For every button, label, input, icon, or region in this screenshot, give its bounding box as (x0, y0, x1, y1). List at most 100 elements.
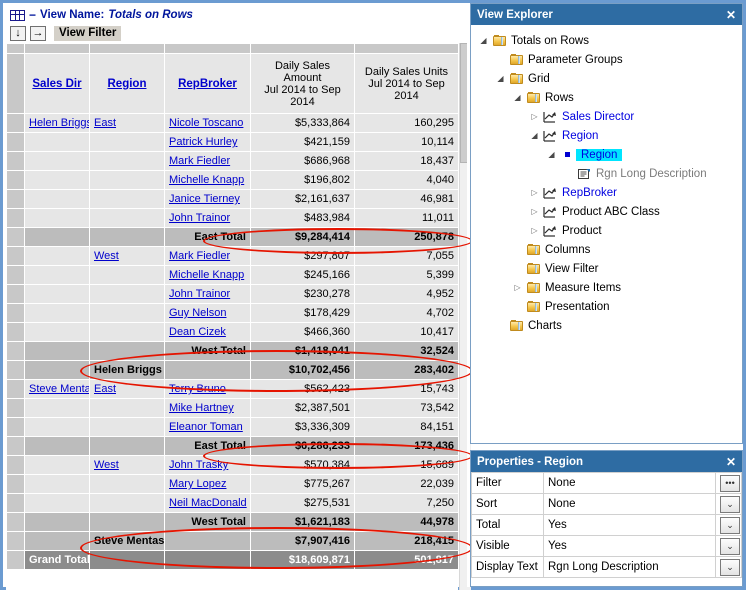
row-selector-cell[interactable] (6, 436, 25, 456)
region-link[interactable]: East (94, 383, 116, 395)
row-selector-cell[interactable] (6, 417, 25, 437)
row-selector-cell[interactable] (6, 379, 25, 399)
row-selector-cell[interactable] (6, 284, 25, 304)
row-selector-cell[interactable] (6, 493, 25, 513)
repbroker-link[interactable]: Terry Bruno (169, 383, 226, 395)
repbroker-link[interactable]: Eleanor Toman (169, 421, 243, 433)
tree-item-columns[interactable]: Columns (471, 240, 742, 259)
row-selector-cell[interactable] (6, 189, 25, 209)
row-selector-cell[interactable] (6, 227, 25, 247)
arrow-right-icon[interactable]: → (30, 25, 46, 41)
column-header-label[interactable]: Sales Dir (32, 78, 81, 90)
chevron-down-icon[interactable]: ⌄ (720, 495, 740, 513)
row-selector-cell[interactable] (6, 341, 25, 361)
sales-dir-link[interactable]: Steve Mentas (29, 383, 89, 395)
expander-closed-icon[interactable]: ▷ (528, 226, 541, 235)
repbroker-link[interactable]: John Trainor (169, 212, 230, 224)
tree-item-totals-on-rows[interactable]: ◢ Totals on Rows (471, 31, 742, 50)
property-value[interactable]: Yes (543, 514, 716, 536)
view-name-value[interactable]: Totals on Rows (108, 9, 193, 21)
repbroker-link[interactable]: Dean Cizek (169, 326, 226, 338)
grid-icon[interactable] (10, 9, 25, 21)
expander-open-icon[interactable]: ◢ (494, 74, 507, 83)
repbroker-link[interactable]: John Trainor (169, 288, 230, 300)
expander-open-icon[interactable]: ◢ (528, 131, 541, 140)
ellipsis-button[interactable]: ••• (720, 474, 740, 492)
chevron-down-icon[interactable]: ⌄ (720, 516, 740, 534)
repbroker-link[interactable]: Janice Tierney (169, 193, 240, 205)
close-icon[interactable]: ✕ (726, 455, 736, 469)
repbroker-link[interactable]: Mike Hartney (169, 402, 234, 414)
row-selector-cell[interactable] (6, 360, 25, 380)
row-selector-cell[interactable] (6, 531, 25, 551)
chevron-down-icon[interactable]: ⌄ (720, 558, 740, 576)
row-selector-cell[interactable] (6, 474, 25, 494)
tree-item-product[interactable]: ▷ Product (471, 221, 742, 240)
tree-item-region[interactable]: ◢ Region (471, 126, 742, 145)
tree-item-grid[interactable]: ◢ Grid (471, 69, 742, 88)
tree-item-product-abc-class[interactable]: ▷ Product ABC Class (471, 202, 742, 221)
row-selector-cell[interactable] (6, 208, 25, 228)
repbroker-link[interactable]: Michelle Knapp (169, 269, 244, 281)
repbroker-link[interactable]: Nicole Toscano (169, 117, 243, 129)
row-selector-cell[interactable] (6, 170, 25, 190)
column-header-repbroker[interactable]: RepBroker (164, 53, 251, 114)
column-header-units[interactable]: Daily Sales Units Jul 2014 to Sep 2014 (354, 53, 458, 114)
tree-item-view-filter[interactable]: View Filter (471, 259, 742, 278)
row-selector-cell[interactable] (6, 512, 25, 532)
repbroker-link[interactable]: Guy Nelson (169, 307, 226, 319)
row-selector-cell[interactable] (6, 151, 25, 171)
row-selector-cell[interactable] (6, 455, 25, 475)
expander-closed-icon[interactable]: ▷ (528, 207, 541, 216)
row-selector-cell[interactable] (6, 113, 25, 133)
repbroker-link[interactable]: Mark Fiedler (169, 250, 230, 262)
repbroker-link[interactable]: Michelle Knapp (169, 174, 244, 186)
tree-item-icon (541, 130, 559, 142)
minus-icon[interactable]: − (29, 9, 36, 21)
tree-item-presentation[interactable]: Presentation (471, 297, 742, 316)
column-header-label[interactable]: Region (108, 78, 147, 90)
repbroker-link[interactable]: Patrick Hurley (169, 136, 237, 148)
close-icon[interactable]: ✕ (726, 8, 736, 22)
region-link[interactable]: East (94, 117, 116, 129)
expander-closed-icon[interactable]: ▷ (511, 283, 524, 292)
view-filter-label[interactable]: View Filter (54, 25, 122, 41)
expander-closed-icon[interactable]: ▷ (528, 112, 541, 121)
property-value[interactable]: Rgn Long Description (543, 556, 716, 578)
tree-item-repbroker[interactable]: ▷ RepBroker (471, 183, 742, 202)
column-header-sales-dir[interactable]: Sales Dir (24, 53, 90, 114)
repbroker-link[interactable]: Mark Fiedler (169, 155, 230, 167)
row-selector-cell[interactable] (6, 132, 25, 152)
region-link[interactable]: West (94, 459, 119, 471)
tree-item-charts[interactable]: Charts (471, 316, 742, 335)
expander-open-icon[interactable]: ◢ (511, 93, 524, 102)
tree-item-rows[interactable]: ◢ Rows (471, 88, 742, 107)
region-link[interactable]: West (94, 250, 119, 262)
arrow-down-icon[interactable]: ↓ (10, 25, 26, 41)
column-header-amount[interactable]: Daily Sales Amount Jul 2014 to Sep 2014 (250, 53, 355, 114)
property-value[interactable]: Yes (543, 535, 716, 557)
row-selector-cell[interactable] (6, 303, 25, 323)
tree-item-rgn-long-description[interactable]: Rgn Long Description (471, 164, 742, 183)
tree-item-measure-items[interactable]: ▷ Measure Items (471, 278, 742, 297)
expander-open-icon[interactable]: ◢ (477, 36, 490, 45)
column-header-label[interactable]: RepBroker (178, 78, 237, 90)
row-selector-cell[interactable] (6, 322, 25, 342)
row-selector-cell[interactable] (6, 246, 25, 266)
repbroker-link[interactable]: Neil MacDonald (169, 497, 247, 509)
row-selector-cell[interactable] (6, 550, 25, 570)
chevron-down-icon[interactable]: ⌄ (720, 537, 740, 555)
repbroker-link[interactable]: Mary Lopez (169, 478, 226, 490)
sales-dir-link[interactable]: Helen Briggs (29, 117, 89, 129)
property-value[interactable]: None (543, 472, 716, 494)
repbroker-link[interactable]: John Trasky (169, 459, 228, 471)
row-selector-cell[interactable] (6, 398, 25, 418)
expander-closed-icon[interactable]: ▷ (528, 188, 541, 197)
property-value[interactable]: None (543, 493, 716, 515)
row-selector-cell[interactable] (6, 265, 25, 285)
tree-item-sales-director[interactable]: ▷ Sales Director (471, 107, 742, 126)
tree-item-parameter-groups[interactable]: Parameter Groups (471, 50, 742, 69)
tree-item-region[interactable]: ◢ Region (471, 145, 742, 164)
expander-open-icon[interactable]: ◢ (545, 150, 558, 159)
column-header-region[interactable]: Region (89, 53, 165, 114)
